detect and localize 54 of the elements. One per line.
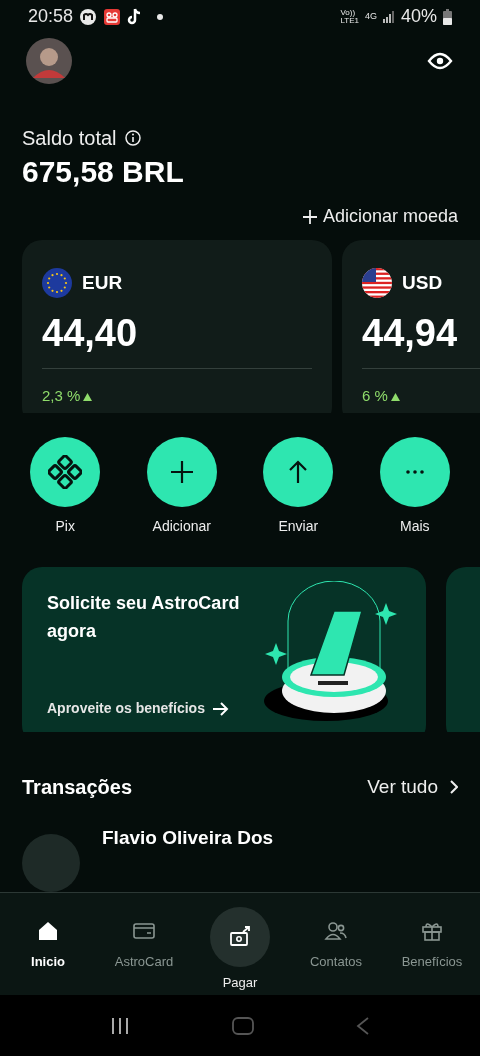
voice-label: Vo))	[340, 8, 356, 17]
up-triangle-icon	[83, 392, 93, 401]
home-button-icon	[231, 1015, 255, 1036]
see-all-link[interactable]: Ver tudo	[367, 772, 458, 802]
nav-tab[interactable]: Pagar	[192, 907, 288, 993]
change-percent: 6 %	[362, 386, 388, 407]
action-label: Adicionar	[152, 517, 211, 537]
eye-icon	[427, 51, 453, 72]
signal-icon	[382, 10, 395, 23]
add-currency-link[interactable]: Adicionar moeda	[302, 203, 458, 231]
nav-tab[interactable]: Contatos	[288, 907, 384, 972]
chevron-right-icon	[450, 780, 458, 794]
currency-code: EUR	[82, 271, 123, 296]
flag-icon	[42, 268, 72, 299]
cash-icon	[228, 925, 252, 949]
lte-label: LTE1	[340, 16, 359, 25]
info-icon	[124, 130, 141, 147]
dot-icon	[157, 13, 164, 20]
action-label: Pix	[55, 517, 75, 537]
promo-card[interactable]: Solicite seu AstroCard agora Aproveite os benefícios	[22, 567, 426, 732]
nav-tab[interactable]: Inicio	[0, 907, 96, 972]
recent-apps-icon	[110, 1015, 131, 1036]
nav-tab[interactable]: Benefícios	[384, 907, 480, 972]
battery-level: 40%	[400, 5, 437, 29]
section-title: Transações	[22, 775, 133, 800]
currency-card[interactable]: EUR 44,40 2,3 %	[22, 240, 332, 414]
balance-amount: 675,58 BRL	[21, 154, 185, 191]
up-triangle-icon	[390, 392, 400, 401]
currency-amount: 44,40	[42, 311, 139, 357]
flag-icon	[362, 268, 392, 299]
plus-icon	[302, 209, 317, 224]
app-notification-icon	[79, 7, 98, 26]
action-label: Enviar	[278, 517, 319, 537]
action-label: Mais	[399, 517, 430, 537]
promo-title: Solicite seu AstroCard agora	[47, 592, 241, 644]
promo-link[interactable]: Aproveite os benefícios	[47, 698, 205, 720]
back-icon	[355, 1015, 370, 1036]
clock-time: 20:58	[28, 5, 74, 29]
pix-icon	[48, 455, 83, 490]
currency-code: USD	[402, 271, 443, 296]
app-notification-icon	[103, 7, 122, 26]
change-percent: 2,3 %	[42, 386, 81, 407]
transaction-name[interactable]: Flavio Oliveira Dos	[102, 824, 274, 892]
home-icon	[36, 919, 60, 943]
balance-label: Saldo total	[22, 126, 117, 152]
currency-amount: 44,94	[362, 311, 459, 357]
nav-tab[interactable]: AstroCard	[96, 907, 192, 972]
avatar-icon	[26, 38, 72, 85]
currency-card[interactable]: USD 44,94 6 %	[342, 240, 480, 414]
more-icon	[405, 470, 424, 475]
people-icon	[324, 919, 348, 943]
battery-icon	[443, 8, 452, 25]
right-arrow-icon	[212, 701, 229, 716]
network-label: 4G	[364, 10, 377, 23]
